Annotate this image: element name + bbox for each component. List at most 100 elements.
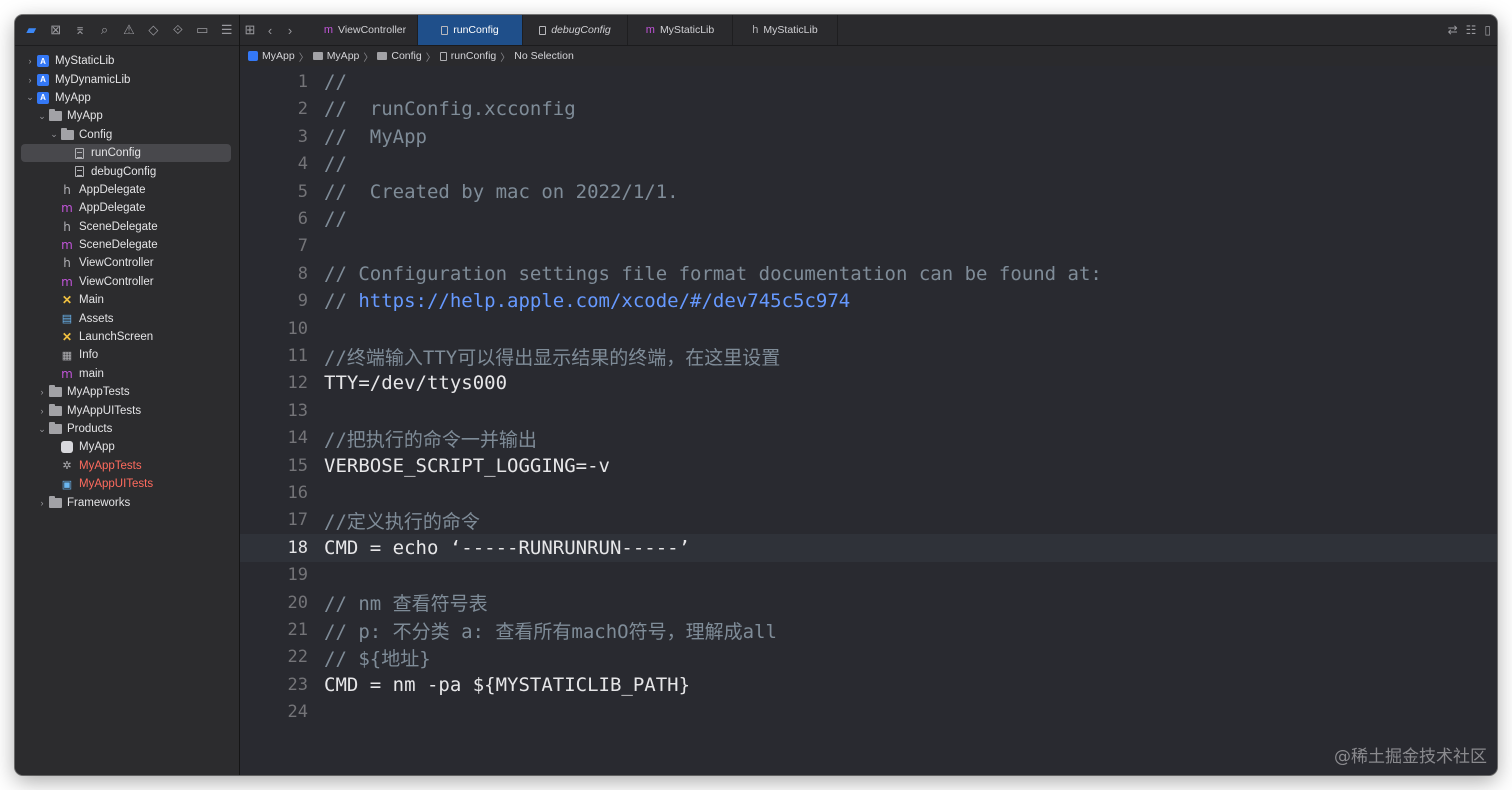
hierarchy-icon[interactable]: ⌆ [68, 15, 92, 45]
navigator-item[interactable]: h ViewController [15, 254, 239, 272]
source-editor[interactable]: 1 // 2 // runConfig.xcconfig 3 // MyApp 4 // 5 //… [240, 66, 1497, 775]
code-line[interactable]: 18 CMD = echo ‘-----RUNRUNRUN-----’ [240, 533, 1497, 562]
navigator-item[interactable]: ⌄ MyApp [15, 107, 239, 125]
navigator-item[interactable]: m AppDelegate [15, 199, 239, 217]
navigator-item[interactable]: ▤ Assets [15, 309, 239, 327]
breadcrumb-item[interactable]: No Selection [514, 50, 574, 62]
navigator-item[interactable]: ⌄ Products [15, 420, 239, 438]
navigator-item[interactable]: m ViewController [15, 273, 239, 291]
code-line[interactable]: 14 //把执行的命令一并输出 [240, 424, 1497, 452]
breadcrumb-label: MyApp [262, 50, 295, 62]
code-line[interactable]: 9// https://help.apple.com/xcode/#/dev74… [240, 287, 1497, 315]
swap-icon[interactable]: ⇄ [1448, 23, 1458, 37]
breakpoint-icon[interactable]: ▭ [190, 15, 214, 45]
chevron-down-icon[interactable]: ⌄ [37, 424, 47, 435]
documentation-link[interactable]: https://help.apple.com/xcode/#/dev745c5c… [358, 290, 850, 312]
navigator-item[interactable]: ▦ Info [15, 346, 239, 364]
code-line[interactable]: 1 // [240, 68, 1497, 96]
navigator-item[interactable]: h AppDelegate [15, 181, 239, 199]
warning-icon[interactable]: ⚠ [117, 15, 141, 45]
code-line[interactable]: 7 [240, 232, 1497, 260]
navigator-item[interactable]: ✕ LaunchScreen [15, 328, 239, 346]
breadcrumb-item[interactable]: Config [377, 50, 422, 62]
adjust-editor-icon[interactable]: ☷ [1466, 23, 1477, 37]
search-icon[interactable]: ⌕ [92, 15, 116, 45]
source-control-icon[interactable]: ⊠ [43, 15, 67, 45]
code-line[interactable]: 17 //定义执行的命令 [240, 506, 1497, 534]
navigator-item[interactable]: ▣ MyAppUITests [15, 475, 239, 493]
line-number: 5 [297, 181, 308, 202]
line-number: 23 [287, 674, 308, 695]
code-text: // Configuration settings file format do… [308, 263, 1102, 285]
config-file-icon [441, 25, 449, 35]
navigator-item-label: Config [79, 128, 113, 141]
project-icon: A [35, 54, 51, 68]
code-text-content: //终端输入TTY可以得出显示结果的终端，在这里设置 [324, 346, 781, 369]
chevron-down-icon[interactable]: ⌄ [25, 92, 35, 103]
code-line[interactable]: 23 CMD = nm -pa ${MYSTATICLIB_PATH} [240, 671, 1497, 699]
file-icon [439, 51, 447, 61]
storyboard-icon: ✕ [61, 293, 73, 308]
folder-icon[interactable]: ▰ [19, 15, 43, 45]
chevron-down-icon[interactable]: ⌄ [37, 111, 47, 122]
chevron-down-icon[interactable]: ⌄ [49, 129, 59, 140]
code-line[interactable]: 24 [240, 698, 1497, 726]
chevron-left-icon[interactable]: ‹ [260, 23, 280, 38]
tab-debugconfig[interactable]: debugConfig [523, 15, 628, 45]
navigator-item[interactable]: debugConfig [15, 162, 239, 180]
chevron-right-icon[interactable]: › [25, 75, 35, 85]
report-icon[interactable]: ☰ [215, 15, 239, 45]
navigator-selector-bar: ▰ ⊠ ⌆ ⌕ ⚠ ◇ ⟐ ▭ ☰ [15, 15, 239, 46]
breadcrumb-item[interactable]: MyApp [248, 50, 295, 62]
code-line[interactable]: 5 // Created by mac on 2022/1/1. [240, 178, 1497, 206]
breadcrumb-item[interactable]: MyApp [312, 50, 359, 62]
debug-icon[interactable]: ⟐ [166, 15, 190, 45]
code-line[interactable]: 16 [240, 479, 1497, 507]
navigator-item[interactable]: › A MyStaticLib [15, 52, 239, 70]
code-text-content: VERBOSE_SCRIPT_LOGGING=-v [324, 454, 610, 477]
code-line[interactable]: 21 // p: 不分类 a: 查看所有machO符号，理解成all [240, 616, 1497, 644]
chevron-right-icon[interactable]: › [37, 387, 47, 397]
breadcrumb-item[interactable]: runConfig [439, 50, 496, 62]
navigator-item[interactable]: › A MyDynamicLib [15, 70, 239, 88]
code-line[interactable]: 19 [240, 561, 1497, 589]
navigator-item[interactable]: ⌄ Config [15, 126, 239, 144]
code-text-content: // Created by mac on 2022/1/1. [324, 180, 679, 203]
navigator-item[interactable]: › Frameworks [15, 493, 239, 511]
navigator-item[interactable]: m main [15, 365, 239, 383]
code-line[interactable]: 3 // MyApp [240, 123, 1497, 151]
code-line[interactable]: 4 // [240, 150, 1497, 178]
tab-viewcontroller[interactable]: m ViewController [313, 15, 418, 45]
chevron-right-icon[interactable]: › [37, 406, 47, 416]
test-icon[interactable]: ◇ [141, 15, 165, 45]
navigator-item[interactable]: › MyAppUITests [15, 401, 239, 419]
code-line[interactable]: 11 //终端输入TTY可以得出显示结果的终端，在这里设置 [240, 342, 1497, 370]
navigator-item[interactable]: MyApp [15, 438, 239, 456]
add-editor-icon[interactable]: ▯ [1484, 23, 1491, 37]
code-line[interactable]: 13 [240, 397, 1497, 425]
code-line[interactable]: 15 VERBOSE_SCRIPT_LOGGING=-v [240, 452, 1497, 480]
tab-mystaticlib[interactable]: m MyStaticLib [628, 15, 733, 45]
code-line[interactable]: 20 // nm 查看符号表 [240, 589, 1497, 617]
grid-icon[interactable]: ⊞ [240, 22, 260, 38]
chevron-right-icon[interactable]: › [37, 498, 47, 508]
code-line[interactable]: 2 // runConfig.xcconfig [240, 95, 1497, 123]
tab-mystaticlib[interactable]: h MyStaticLib [733, 15, 838, 45]
code-line[interactable]: 12 TTY=/dev/ttys000 [240, 369, 1497, 397]
navigator-item[interactable]: › MyAppTests [15, 383, 239, 401]
code-line[interactable]: 8 // Configuration settings file format d… [240, 260, 1497, 288]
navigator-item[interactable]: ✕ Main [15, 291, 239, 309]
code-line[interactable]: 6 // [240, 205, 1497, 233]
chevron-right-icon[interactable]: › [25, 56, 35, 66]
code-line[interactable]: 10 [240, 315, 1497, 343]
navigator-item[interactable]: ⌄ A MyApp [15, 89, 239, 107]
tab-runconfig[interactable]: runConfig [418, 15, 523, 45]
code-text: // nm 查看符号表 [308, 589, 488, 616]
navigator-item[interactable]: h SceneDelegate [15, 218, 239, 236]
chevron-right-icon[interactable]: › [280, 23, 300, 38]
storyboard-icon: ✕ [61, 330, 73, 345]
navigator-item[interactable]: ✲ MyAppTests [15, 457, 239, 475]
navigator-item[interactable]: m SceneDelegate [15, 236, 239, 254]
code-line[interactable]: 22 // ${地址} [240, 643, 1497, 671]
navigator-item[interactable]: runConfig [21, 143, 231, 163]
